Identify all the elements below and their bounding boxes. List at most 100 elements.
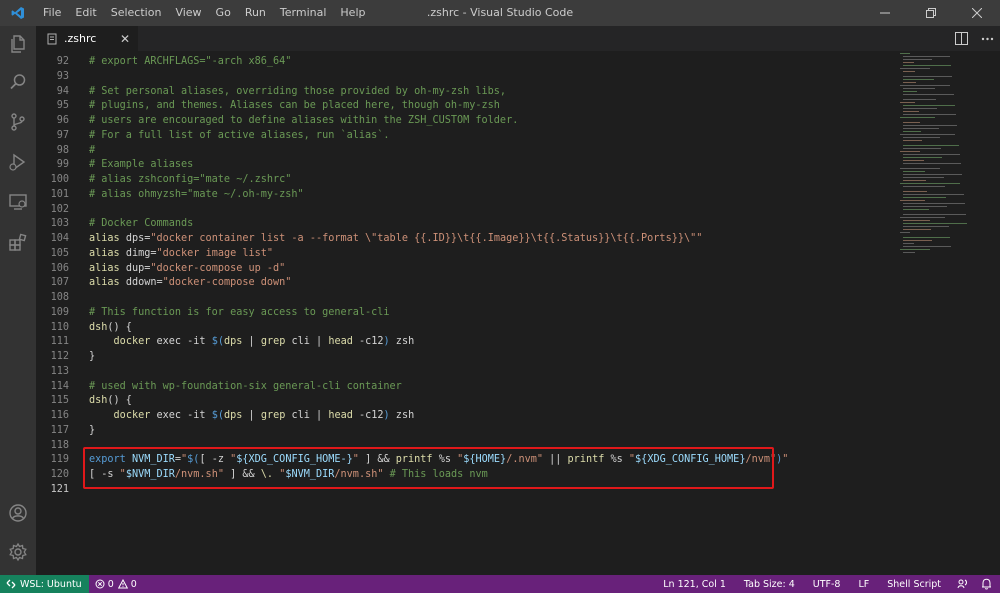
feedback-button[interactable]: [950, 575, 976, 593]
search-button[interactable]: [0, 64, 36, 100]
code-line[interactable]: 99 # Example aliases: [36, 158, 896, 173]
code-editor[interactable]: 92 # export ARCHFLAGS="-arch x86_64" 93 94 #…: [36, 51, 1000, 575]
account-icon: [9, 504, 27, 522]
vertical-scrollbar[interactable]: [986, 51, 1000, 575]
notifications-button[interactable]: [976, 575, 1000, 593]
line-content: alias dup="docker-compose up -d": [89, 262, 285, 277]
code-line[interactable]: 107 alias ddown="docker-compose down": [36, 276, 896, 291]
code-line[interactable]: 102: [36, 203, 896, 218]
minimap-line: [903, 125, 957, 126]
minimap-line: [903, 171, 925, 172]
status-bar-right: Ln 121, Col 1 Tab Size: 4 UTF-8 LF Shell…: [654, 575, 1000, 593]
minimap-line: [903, 237, 950, 238]
extensions-button[interactable]: [0, 224, 36, 260]
minimap[interactable]: [898, 51, 988, 253]
code-line[interactable]: 98 #: [36, 144, 896, 159]
code-line[interactable]: 109 # This function is for easy access to…: [36, 306, 896, 321]
code-token: () {: [107, 321, 132, 333]
code-token: "docker-compose down": [162, 277, 292, 289]
menu-file[interactable]: File: [36, 0, 68, 26]
menu-terminal[interactable]: Terminal: [273, 0, 334, 26]
minimize-button[interactable]: [862, 0, 908, 26]
code-line[interactable]: 103 # Docker Commands: [36, 217, 896, 232]
code-token: # Docker Commands: [89, 218, 194, 230]
code-token: # export ARCHFLAGS="-arch x86_64": [89, 56, 292, 67]
code-line[interactable]: 108: [36, 291, 896, 306]
code-line[interactable]: 106 alias dup="docker-compose up -d": [36, 262, 896, 277]
code-line[interactable]: 114 # used with wp-foundation-six general…: [36, 380, 896, 395]
code-line[interactable]: 113: [36, 365, 896, 380]
source-control-icon: [11, 113, 25, 131]
code-token: # used with wp-foundation-six general-cl…: [89, 380, 402, 392]
close-window-button[interactable]: [954, 0, 1000, 26]
code-line[interactable]: 97 # For a full list of active aliases, r…: [36, 129, 896, 144]
code-token: exec -it: [150, 336, 212, 348]
code-line[interactable]: 115 dsh() {: [36, 394, 896, 409]
code-line[interactable]: 116 docker exec -it $(dps | grep cli | h…: [36, 409, 896, 424]
minimize-icon: [880, 12, 890, 14]
code-line[interactable]: 93: [36, 70, 896, 85]
remote-indicator[interactable]: WSL: Ubuntu: [0, 575, 89, 593]
menu-bar: File Edit Selection View Go Run Terminal Help: [36, 0, 372, 26]
menu-run[interactable]: Run: [238, 0, 273, 26]
code-line[interactable]: 117}: [36, 424, 896, 439]
problems-indicator[interactable]: 0 0: [89, 575, 143, 593]
code-line[interactable]: 105 alias dimg="docker image list": [36, 247, 896, 262]
code-token: # alias zshconfig="mate ~/.zshrc": [89, 174, 292, 185]
code-token: alias: [89, 277, 126, 289]
remote-icon: [6, 579, 16, 589]
code-line[interactable]: 101 # alias ohmyzsh="mate ~/.oh-my-zsh": [36, 188, 896, 203]
explorer-button[interactable]: [0, 26, 36, 62]
tab-zshrc[interactable]: .zshrc ✕: [36, 26, 138, 51]
language-mode[interactable]: Shell Script: [878, 575, 950, 593]
line-content: # For a full list of active aliases, run…: [89, 129, 390, 144]
menu-view[interactable]: View: [168, 0, 208, 26]
split-editor-button[interactable]: [948, 26, 974, 51]
menu-help[interactable]: Help: [333, 0, 372, 26]
code-line[interactable]: 100 # alias zshconfig="mate ~/.zshrc": [36, 173, 896, 188]
more-actions-button[interactable]: [974, 26, 1000, 51]
line-content: }: [89, 350, 95, 365]
manage-button[interactable]: [0, 534, 36, 570]
tab-close-icon[interactable]: ✕: [120, 32, 130, 46]
code-token: exec -it: [150, 410, 212, 421]
minimap-line: [903, 122, 920, 123]
menu-go[interactable]: Go: [209, 0, 238, 26]
code-token: # This function is for easy access to ge…: [89, 306, 390, 318]
minimap-line: [903, 226, 949, 227]
minimap-line: [903, 157, 942, 158]
minimap-line: [900, 232, 910, 233]
code-line[interactable]: 112}: [36, 350, 896, 365]
minimap-line: [903, 65, 951, 66]
end-of-line[interactable]: LF: [849, 575, 878, 593]
run-debug-button[interactable]: [0, 144, 36, 180]
menu-edit[interactable]: Edit: [68, 0, 103, 26]
restore-button[interactable]: [908, 0, 954, 26]
line-content: alias dps="docker container list -a --fo…: [89, 232, 702, 247]
code-line[interactable]: 111 docker exec -it $(dps | grep cli | h…: [36, 335, 896, 350]
warning-count: 0: [130, 578, 137, 590]
code-token: dimg: [125, 247, 151, 259]
cursor-position[interactable]: Ln 121, Col 1: [654, 575, 735, 593]
code-token: head: [328, 410, 353, 421]
minimap-line: [900, 183, 960, 184]
code-line[interactable]: 110 dsh() {: [36, 321, 896, 336]
code-token: () {: [107, 395, 132, 407]
menu-selection[interactable]: Selection: [104, 0, 169, 26]
minimap-line: [903, 186, 945, 187]
activity-bar: [0, 26, 36, 575]
code-line[interactable]: 95 # plugins, and themes. Aliases can be …: [36, 99, 896, 114]
code-line[interactable]: 94 # Set personal aliases, overriding tho…: [36, 85, 896, 100]
code-line[interactable]: 96 # users are encouraged to define alias…: [36, 114, 896, 129]
accounts-button[interactable]: [0, 495, 36, 531]
title-bar: File Edit Selection View Go Run Terminal Help .…: [0, 0, 1000, 26]
tab-size[interactable]: Tab Size: 4: [735, 575, 804, 593]
code-line[interactable]: 92 # export ARCHFLAGS="-arch x86_64": [36, 55, 896, 70]
encoding[interactable]: UTF-8: [804, 575, 850, 593]
line-content: }: [89, 424, 95, 439]
code-line[interactable]: 104 alias dps="docker container list -a -…: [36, 232, 896, 247]
source-control-button[interactable]: [0, 104, 36, 140]
line-number: 114: [50, 380, 69, 392]
remote-explorer-button[interactable]: [0, 184, 36, 220]
